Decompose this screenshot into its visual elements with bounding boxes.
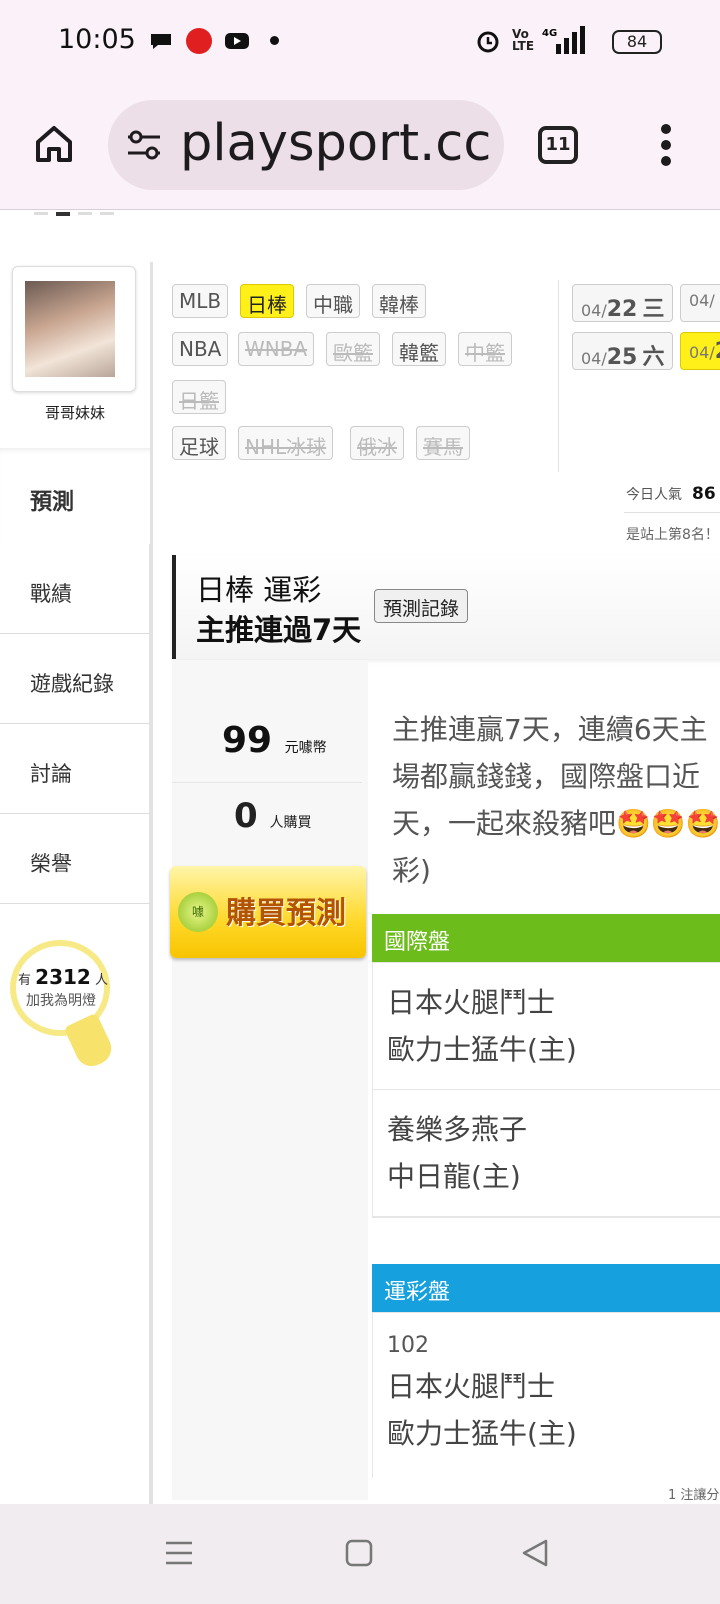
date-button[interactable]: 04/ [680,284,720,322]
tab-switcher-button[interactable]: 11 [538,126,578,164]
sidebar-item-predict[interactable]: 預測 [0,448,152,544]
filter-sbl: 中籃 [458,332,512,366]
price-column [172,660,368,1500]
prediction-description: 主推連贏7天，連續6天主場都贏錢錢，國際盤口近天，一起來殺豬吧🤩🤩🤩彩) [392,713,720,887]
lamp-label[interactable]: 加我為明燈 [26,990,96,1010]
filter-kbo[interactable]: 韓棒 [372,284,426,318]
away-team: 日本火腿鬥士 [387,1370,556,1403]
address-bar[interactable]: playsport.cc [108,100,504,190]
filter-bleague: 日籃 [172,380,226,414]
filter-npb[interactable]: 日棒 [240,284,294,318]
more-menu-icon[interactable] [660,124,672,166]
divider [558,280,559,472]
alarm-icon [477,31,499,53]
lottery-card: 102 日本火腿鬥士 歐力士猛牛(主) [372,1312,720,1478]
svg-text:4G: 4G [542,28,557,39]
volte-icon: Vo LTE [512,27,535,53]
chat-icon [151,34,171,49]
prediction-header: 日棒 運彩 主推連過7天 預測記錄 [172,555,720,659]
filter-wnba: WNBA [238,332,315,366]
date-button[interactable]: 04/22 三 [572,284,674,322]
match-row: 日本火腿鬥士 歐力士猛牛(主) [373,963,720,1090]
home-team: 歐力士猛牛(主) [387,1033,577,1066]
prediction-record-button[interactable]: 預測記錄 [374,589,469,623]
filter-kbl[interactable]: 韓籃 [392,332,446,366]
popularity-rank: 是站上第8名！ [626,527,719,543]
avatar[interactable] [12,266,136,392]
sidebar-item-game-log[interactable]: 遊戲紀錄 [0,634,152,724]
game-number: 102 [387,1333,429,1358]
signal-icon: 4G [542,26,585,54]
filter-nba[interactable]: NBA [172,332,229,366]
sidebar-item-record[interactable]: 戰績 [0,544,152,634]
filter-mlb[interactable]: MLB [172,284,229,318]
more-notifications-icon [270,36,279,45]
site-settings-icon[interactable] [126,128,162,162]
lottery-header: 運彩盤 [372,1264,720,1312]
date-button-selected[interactable]: 04/2 [680,332,720,370]
home-nav-icon[interactable] [344,1538,374,1568]
app-icon [186,28,212,54]
carousel-indicator [34,212,118,216]
price: 99 元噱幣 [222,720,327,761]
buy-prediction-label: 購買預測 [226,896,346,931]
system-nav-bar [0,1504,720,1604]
bet-note: 1 注讓分 [668,1488,720,1503]
filter-euroleague: 歐籃 [326,332,380,366]
url-text[interactable]: playsport.cc [180,114,491,173]
youtube-icon [225,33,249,49]
buyer-count: 0 人購買 [234,796,312,836]
filter-cpbl[interactable]: 中職 [306,284,360,318]
lamp-count: 有 2312 人 [18,965,108,989]
recent-apps-icon[interactable] [164,1538,194,1568]
home-icon[interactable] [34,124,74,164]
divider [172,782,362,783]
filter-nhl: NHL冰球 [238,426,334,460]
intl-header: 國際盤 [372,914,720,962]
prediction-subtitle: 主推連過7天 [196,613,362,647]
filter-horse-racing: 賽馬 [416,426,470,460]
avatar-photo [25,281,115,377]
filter-khl: 俄冰 [350,426,404,460]
popularity: 今日人氣 86 [626,484,716,504]
browser-toolbar: playsport.cc 11 [0,82,720,210]
nickname[interactable]: 哥哥妹妹 [0,402,150,423]
prediction-title: 日棒 運彩 [196,573,322,607]
date-button[interactable]: 04/25 六 [572,332,674,370]
sidebar-item-honor[interactable]: 榮譽 [0,814,152,904]
battery-icon: 84 [612,30,662,54]
sidebar-item-discussion[interactable]: 討論 [0,724,152,814]
divider [624,512,720,513]
back-icon[interactable] [520,1538,550,1568]
match-row: 102 日本火腿鬥士 歐力士猛牛(主) [373,1313,720,1473]
coin-icon: 噱 [178,892,218,932]
home-team: 歐力士猛牛(主) [387,1417,577,1450]
home-team: 中日龍(主) [387,1160,521,1193]
filter-soccer[interactable]: 足球 [172,426,226,460]
status-bar: 10:05 Vo LTE 4G 84 [0,0,720,82]
intl-card: 日本火腿鬥士 歐力士猛牛(主) 養樂多燕子 中日龍(主) [372,962,720,1218]
match-row: 養樂多燕子 中日龍(主) [373,1090,720,1217]
clock: 10:05 [58,24,136,55]
buy-prediction-button[interactable]: 噱 購買預測 [170,866,366,958]
away-team: 日本火腿鬥士 [387,986,556,1019]
away-team: 養樂多燕子 [387,1113,528,1146]
